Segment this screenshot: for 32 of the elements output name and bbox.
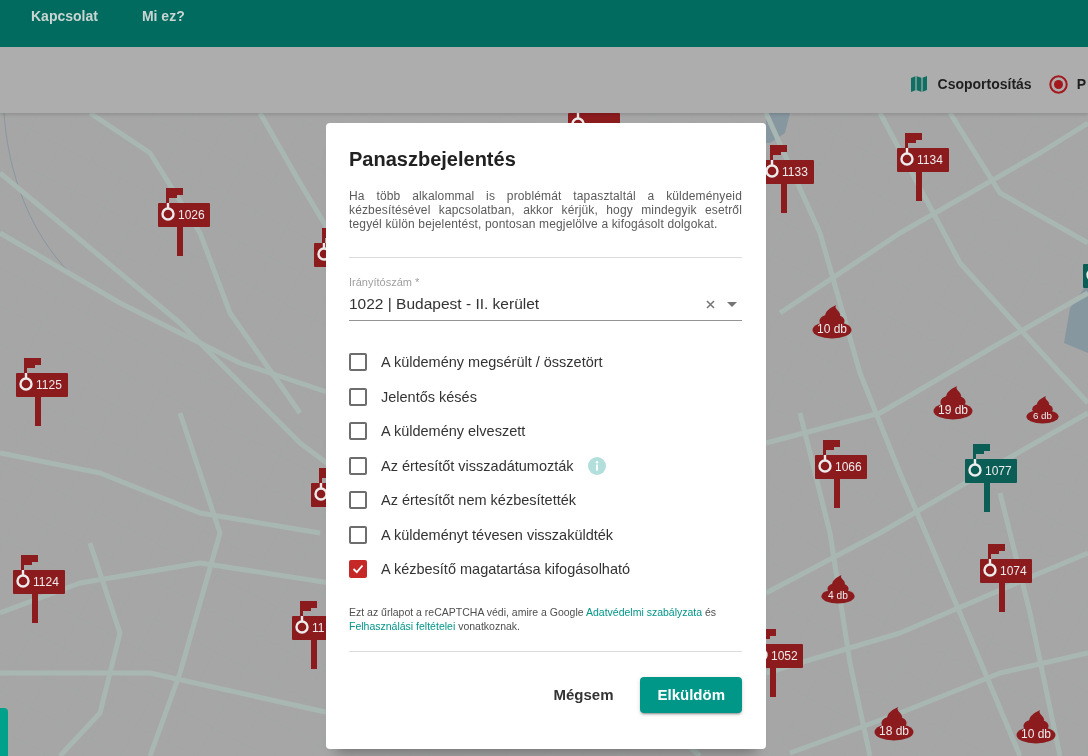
cancel-button[interactable]: Mégsem <box>537 676 630 713</box>
caret-icon[interactable] <box>727 301 737 307</box>
mailbox-marker[interactable] <box>568 113 620 123</box>
checkbox[interactable] <box>349 525 367 544</box>
checkbox-label[interactable]: Az értesítőt visszadátumozták <box>381 456 574 475</box>
checkbox[interactable] <box>349 491 367 510</box>
checkbox-label[interactable]: A küldeményt tévesen visszaküldték <box>381 525 614 544</box>
checkbox-label[interactable]: A küldemény elveszett <box>381 422 526 441</box>
radio-label[interactable]: P <box>1076 75 1086 93</box>
checkmark-icon <box>352 563 364 576</box>
clear-icon[interactable] <box>706 299 715 309</box>
dialog-description: Ha több alkalommal is problémát tapasztaltál a küldeményeid kézbesítésével kapcsolatban, akkor kérjük, hogy mindegyik esetről tegyél külön bejelentést, pontosan megjelölve a kifogásolt dolgokat. <box>349 189 742 231</box>
checkbox[interactable] <box>349 353 367 372</box>
checkbox-label[interactable]: Jelentős késés <box>381 387 477 406</box>
radio-button[interactable] <box>1048 74 1068 94</box>
checkbox[interactable] <box>349 456 367 475</box>
postcode-select[interactable]: Irányítószám * 1022 | Budapest - II. kerület <box>349 275 742 321</box>
checkbox[interactable] <box>349 387 367 406</box>
checkbox[interactable] <box>349 560 367 579</box>
checkbox-label[interactable]: A kézbesítő magatartása kifogásolható <box>381 560 631 579</box>
nav-link[interactable]: Mi ez? <box>141 7 185 25</box>
checkbox-label[interactable]: Az értesítőt nem kézbesítették <box>381 491 577 510</box>
checkbox-label[interactable]: A küldemény megsérült / összetört <box>381 353 603 372</box>
notice-link[interactable]: Felhasználási feltételei <box>349 619 456 632</box>
notice-link[interactable]: Adatvédelmi szabályzata <box>585 605 703 618</box>
nav-link[interactable]: Kapcsolat <box>31 7 98 25</box>
grouping-button[interactable]: Csoportosítás <box>909 75 1032 93</box>
checkbox[interactable] <box>349 422 367 441</box>
submit-button[interactable]: Elküldöm <box>640 676 742 713</box>
recaptcha-notice: Ezt az űrlapot a reCAPTCHA védi, amire a Google Adatvédelmi szabályzata és Felhasználási feltételei vonatkoznak. <box>349 604 718 633</box>
dialog-title: Panaszbejelentés <box>349 147 517 171</box>
map-icon <box>909 75 928 93</box>
